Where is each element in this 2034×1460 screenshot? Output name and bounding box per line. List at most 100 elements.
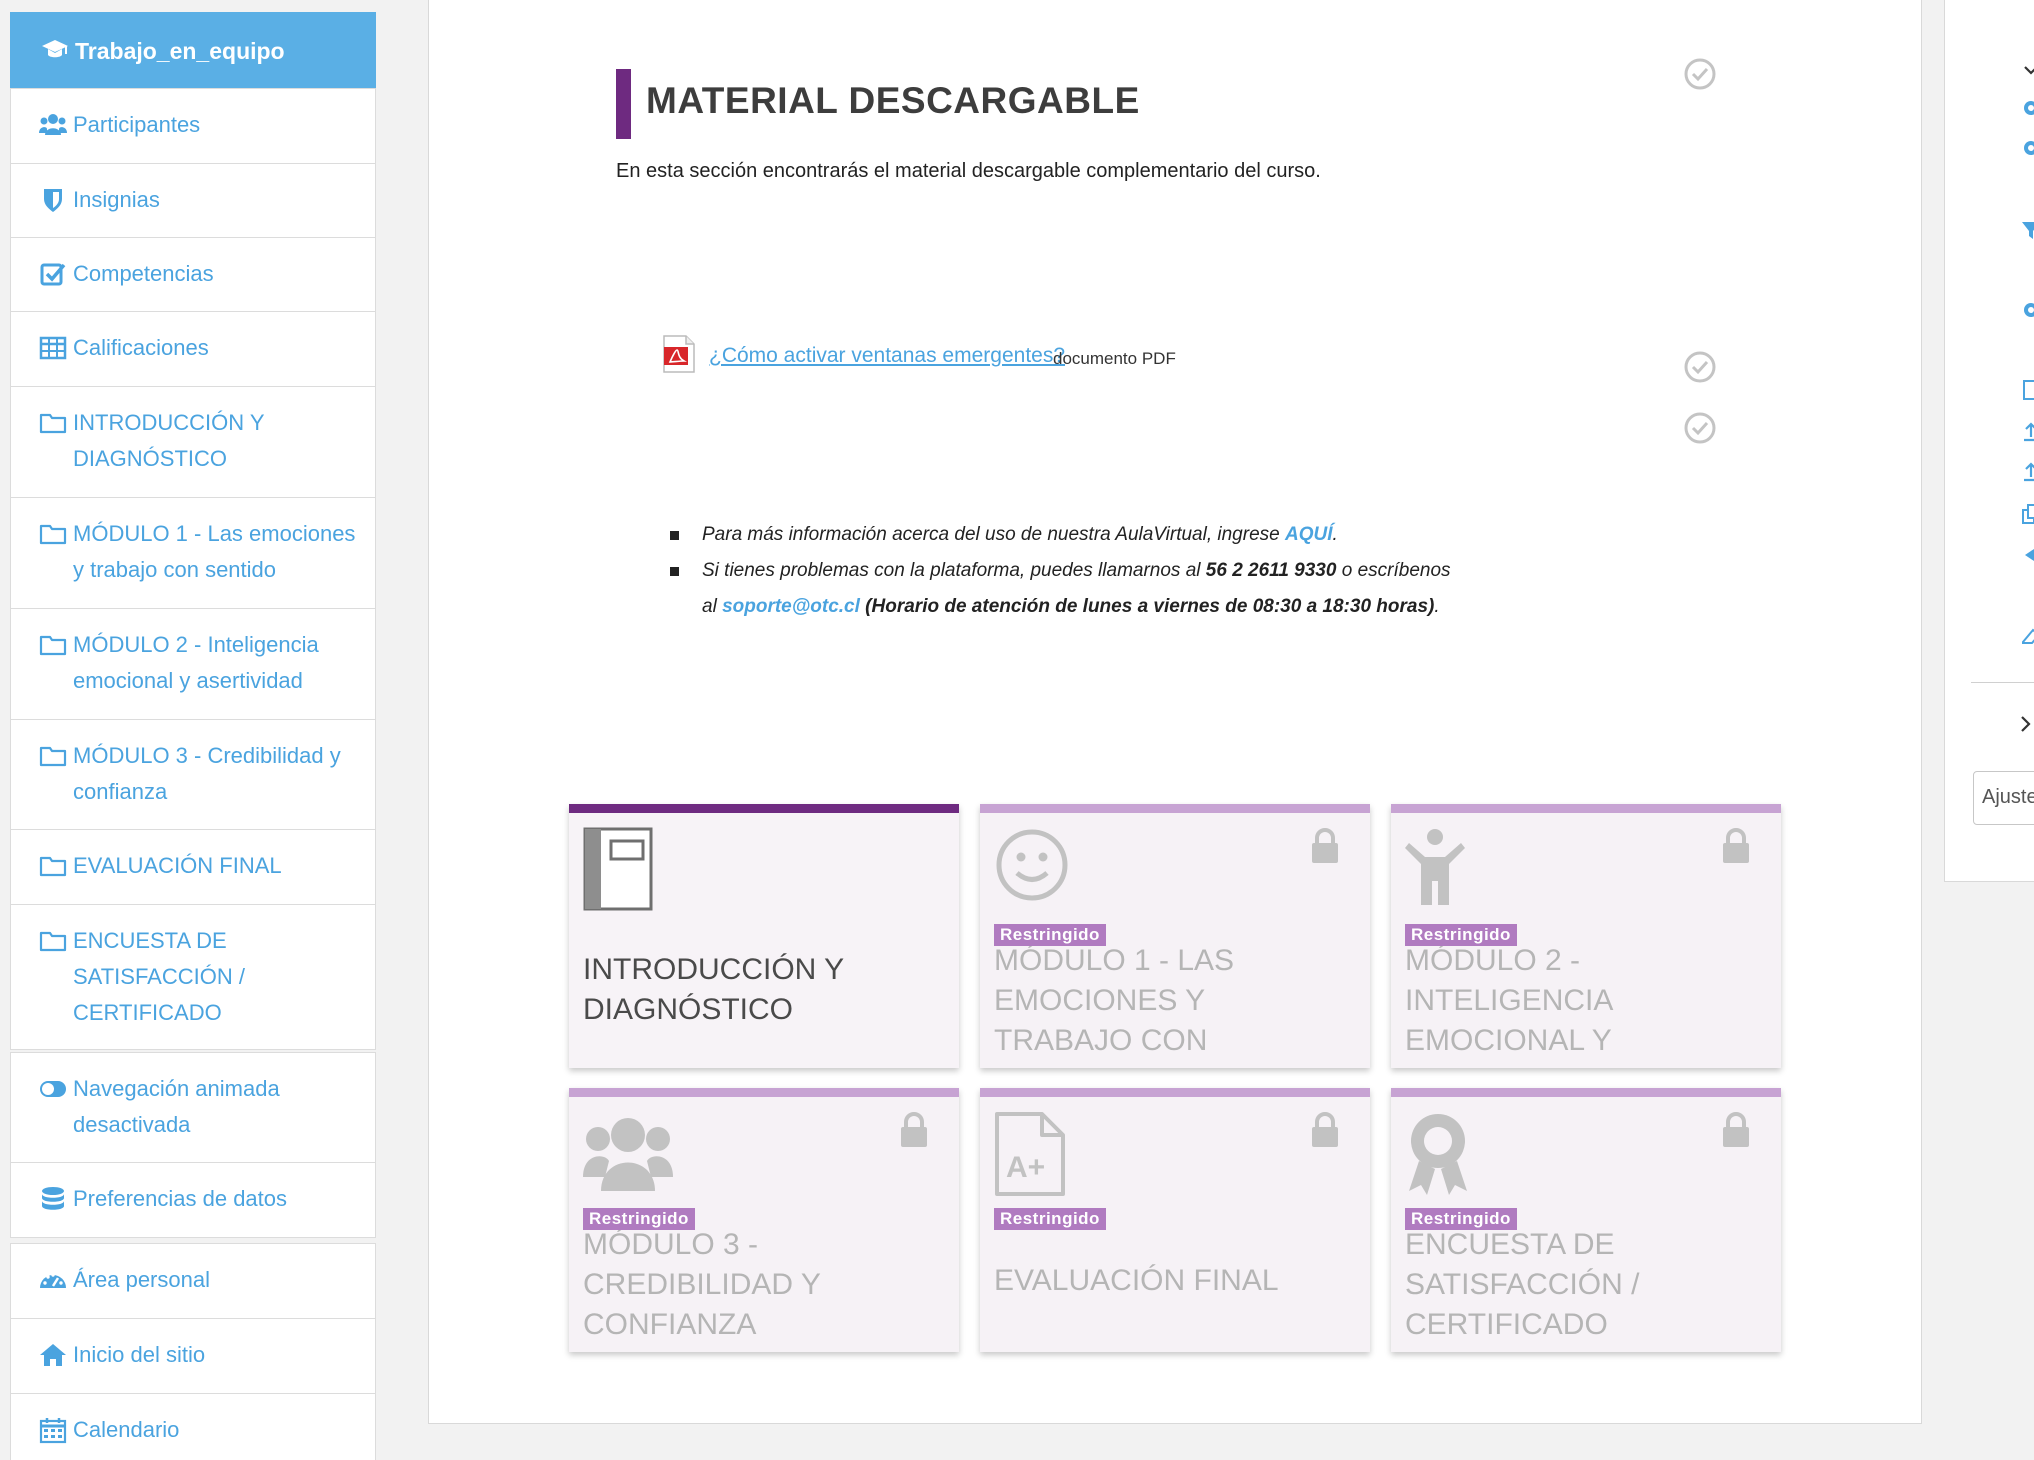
nav-item-label: Navegación animada desactivada [73,1076,280,1137]
nav-item-label: MÓDULO 2 - Inteligencia emocional y aser… [73,632,319,693]
upload-icon[interactable] [2021,461,2034,483]
tile-modulo-1[interactable]: Restringido MÓDULO 1 - LAS EMOCIONES Y T… [980,804,1370,1068]
database-icon [42,1187,64,1210]
nav-course-home[interactable]: Trabajo_en_equipo [10,12,376,88]
filter-icon[interactable] [2021,219,2034,241]
restricted-badge: Restringido [994,924,1106,946]
gear-icon[interactable] [2021,97,2034,119]
support-phone: 56 2 2611 9330 [1205,560,1337,581]
tile-title: MÓDULO 3 - CREDIBILIDAD Y CONFIANZA [583,1228,821,1341]
tile-modulo-2[interactable]: Restringido MÓDULO 2 - INTELIGENCIA EMOC… [1391,804,1781,1068]
nav-item-label: Competencias [73,261,214,286]
nav-item-label: Inicio del sitio [73,1342,206,1367]
settings-button[interactable]: Ajuste [1973,771,2034,825]
folder-icon [39,856,67,877]
table-icon [39,336,67,360]
nav-item-label: Insignias [73,187,160,212]
pdf-file-icon [663,335,695,373]
list-bullet [670,531,679,540]
panel-divider [1971,682,2034,683]
copy-icon[interactable] [2021,503,2034,525]
completion-check-icon[interactable] [1683,57,1717,91]
completion-check-icon[interactable] [1683,350,1717,384]
nav-item-modulo-3[interactable]: MÓDULO 3 - Credibilidad y confianza [10,719,376,830]
users-icon [583,1118,673,1191]
child-icon [1405,829,1465,905]
course-navigation: Trabajo_en_equipo Participantes Insignia… [0,0,406,1460]
nav-item-label: MÓDULO 3 - Credibilidad y confianza [73,743,341,804]
nav-item-label: Calendario [73,1417,180,1442]
upload-icon[interactable] [2021,421,2034,443]
support-hours: (Horario de atención de lunes a viernes … [859,596,1435,617]
nav-course-title: Trabajo_en_equipo [75,38,285,64]
pdf-resource-link[interactable]: ¿Cómo activar ventanas emergentes? [709,344,1065,368]
tile-title: MÓDULO 1 - LAS EMOCIONES Y TRABAJO CON S… [994,944,1235,1068]
graduation-cap-icon [42,40,68,58]
folder-icon [39,746,67,767]
list-bullet [670,567,679,576]
back-arrow-icon[interactable] [2021,544,2034,566]
nav-item-modulo-2[interactable]: MÓDULO 2 - Inteligencia emocional y aser… [10,608,376,720]
home-icon [40,1344,66,1366]
resource-type-label: documento PDF [1053,349,1176,368]
nav-item-competencias[interactable]: Competencias [10,237,376,312]
lock-icon [1723,828,1749,863]
info-line-2: Si tienes problemas con la plataforma, p… [702,560,1451,581]
shield-icon [44,189,62,212]
users-icon [39,114,67,135]
tile-introduccion[interactable]: INTRODUCCIÓN Y DIAGNÓSTICO [569,804,959,1068]
nav-item-participantes[interactable]: Participantes [10,88,376,164]
report-icon[interactable] [2021,379,2034,401]
folder-icon [39,413,67,434]
tile-modulo-3[interactable]: Restringido MÓDULO 3 - CREDIBILIDAD Y CO… [569,1088,959,1352]
chevron-down-icon[interactable] [2021,59,2034,81]
tile-title: ENCUESTA DE SATISFACCIÓN / CERTIFICADO [1405,1228,1640,1341]
tile-encuesta[interactable]: Restringido ENCUESTA DE SATISFACCIÓN / C… [1391,1088,1781,1352]
notebook-icon [583,827,653,911]
nav-item-label: MÓDULO 1 - Las emociones y trabajo con s… [73,521,356,582]
folder-icon [39,524,67,545]
more-info-link[interactable]: AQUÍ [1285,524,1333,545]
folder-icon [39,635,67,656]
block-drawer [1944,0,2034,882]
tile-title: EVALUACIÓN FINAL [994,1264,1279,1297]
nav-item-label: EVALUACIÓN FINAL [73,853,282,878]
tile-evaluacion-final[interactable]: A+ Restringido EVALUACIÓN FINAL [980,1088,1370,1352]
section-accent-bar [616,69,631,139]
gear-icon[interactable] [2021,299,2034,321]
toggle-icon [40,1081,66,1097]
info-line-1: Para más información acerca del uso de n… [702,524,1338,545]
gear-icon[interactable] [2021,137,2034,159]
nav-item-area-personal[interactable]: Área personal [10,1243,376,1319]
nav-item-label: Preferencias de datos [73,1186,288,1211]
nav-item-modulo-1[interactable]: MÓDULO 1 - Las emociones y trabajo con s… [10,497,376,609]
tile-title: MÓDULO 2 - INTELIGENCIA EMOCIONAL Y ASER… [1405,944,1612,1068]
smiley-icon [996,829,1068,901]
lock-icon [1312,1112,1338,1147]
restricted-badge: Restringido [583,1208,695,1230]
nav-item-calificaciones[interactable]: Calificaciones [10,311,376,387]
nav-item-inicio-sitio[interactable]: Inicio del sitio [10,1318,376,1394]
completion-check-icon[interactable] [1683,411,1717,445]
restricted-badge: Restringido [994,1208,1106,1230]
section-title: MATERIAL DESCARGABLE [646,80,1140,121]
support-email-link[interactable]: soporte@otc.cl [722,596,860,617]
nav-item-evaluacion-final[interactable]: EVALUACIÓN FINAL [10,829,376,905]
calendar-icon [39,1418,67,1444]
eraser-icon[interactable] [2021,625,2034,647]
nav-item-insignias[interactable]: Insignias [10,163,376,238]
lock-icon [901,1112,927,1147]
nav-item-introduccion[interactable]: INTRODUCCIÓN Y DIAGNÓSTICO [10,386,376,498]
lock-icon [1723,1112,1749,1147]
nav-item-label: INTRODUCCIÓN Y DIAGNÓSTICO [73,410,265,471]
nav-item-label: ENCUESTA DE SATISFACCIÓN / CERTIFICADO [73,928,245,1025]
nav-item-navegacion-animada[interactable]: Navegación animada desactivada [10,1052,376,1163]
award-icon [1409,1114,1467,1195]
nav-item-calendario[interactable]: Calendario [10,1393,376,1460]
tile-title: INTRODUCCIÓN Y DIAGNÓSTICO [583,953,844,1026]
nav-item-label: Participantes [73,112,201,137]
nav-item-preferencias-datos[interactable]: Preferencias de datos [10,1162,376,1238]
folder-icon [39,931,67,952]
chevron-right-icon[interactable] [2015,713,2034,735]
nav-item-encuesta[interactable]: ENCUESTA DE SATISFACCIÓN / CERTIFICADO [10,904,376,1050]
